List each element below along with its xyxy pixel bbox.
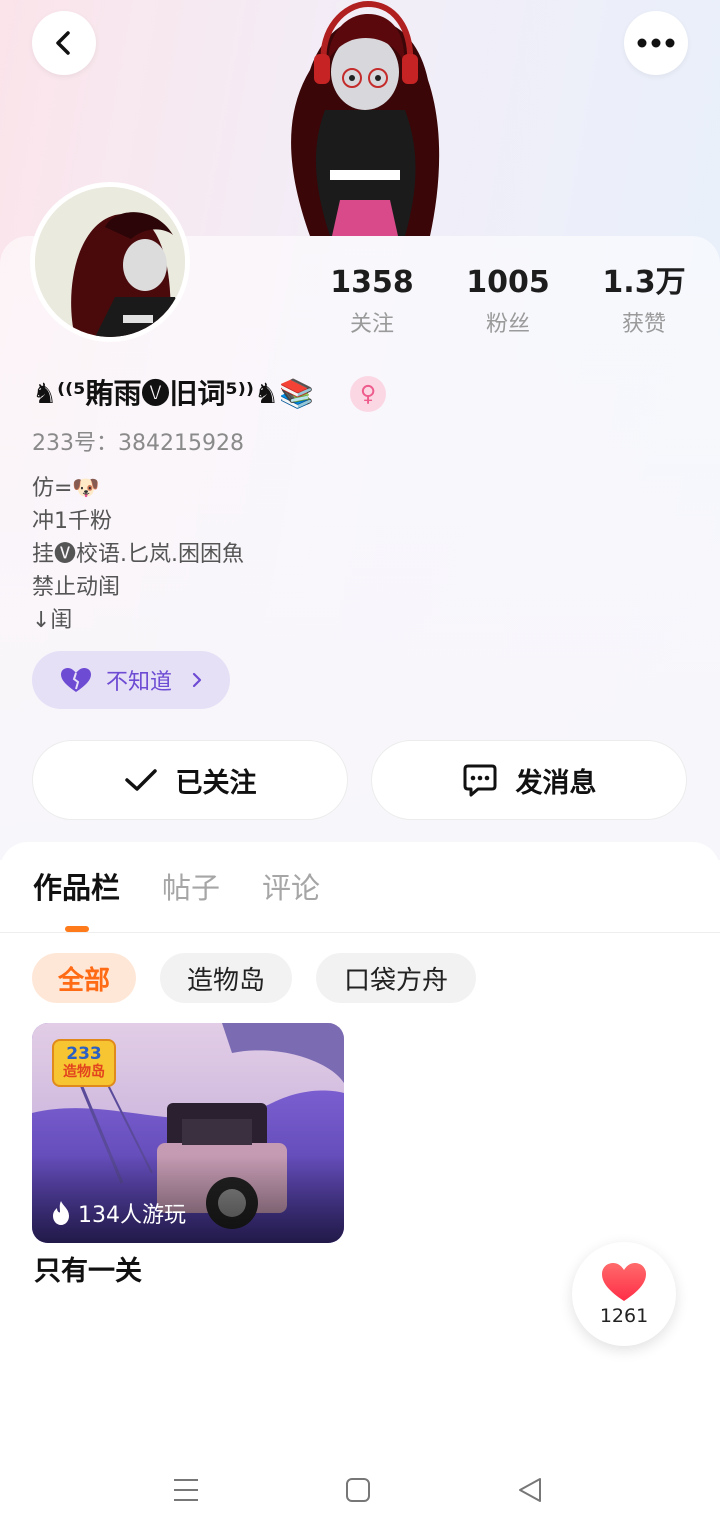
more-dots-icon	[637, 38, 675, 48]
filter-pocket-ark[interactable]: 口袋方舟	[316, 953, 476, 1003]
followers-count: 1005	[466, 265, 550, 300]
system-navigation-bar	[0, 1450, 720, 1534]
play-count-text: 134人游玩	[78, 1203, 186, 1228]
gender-female-icon: ♀	[350, 376, 386, 412]
bio-line: ↓闺	[32, 608, 73, 633]
chat-bubble-icon	[463, 764, 496, 797]
following-count: 1358	[330, 265, 414, 300]
tabs-divider	[0, 932, 720, 933]
followed-button-label: 已关注	[175, 767, 257, 799]
bio: 仿=🐶 冲1千粉 挂🅥校语.匕岚.困困魚 禁止动闺 ↓闺	[32, 472, 244, 637]
username: ♞⁽⁽⁵賄雨🅥旧词⁵⁾⁾♞📚	[32, 377, 314, 410]
filter-all[interactable]: 全部	[32, 953, 136, 1003]
play-count: 134人游玩	[50, 1197, 186, 1229]
game-logo-badge: 233 造物岛	[52, 1039, 116, 1087]
chevron-right-icon	[192, 672, 202, 688]
likes-count: 1.3万	[602, 265, 686, 300]
tab-works[interactable]: 作品栏	[33, 868, 120, 908]
tag-label: 不知道	[106, 670, 173, 695]
heart-icon	[602, 1263, 646, 1301]
work-card[interactable]: 233 造物岛 134人游玩	[32, 1023, 344, 1243]
home-square-icon[interactable]	[344, 1476, 372, 1504]
followers-label: 粉丝	[485, 312, 530, 337]
tab-comments[interactable]: 评论	[262, 868, 320, 908]
avatar-image	[35, 187, 185, 337]
flame-icon	[53, 1201, 69, 1225]
checkmark-icon	[124, 769, 157, 791]
stat-likes[interactable]: 1.3万 获赞	[584, 264, 704, 338]
work-title[interactable]: 只有一关	[34, 1252, 142, 1292]
followed-button[interactable]: 已关注	[32, 740, 348, 820]
menu-icon[interactable]	[172, 1476, 200, 1504]
send-message-button[interactable]: 发消息	[371, 740, 687, 820]
back-button[interactable]	[32, 11, 96, 75]
heart-icon	[61, 668, 91, 692]
following-label: 关注	[349, 312, 394, 337]
stat-followers[interactable]: 1005 粉丝	[448, 264, 568, 338]
bio-line: 仿=🐶	[32, 476, 100, 501]
avatar[interactable]	[30, 182, 190, 342]
likes-label: 获赞	[621, 312, 666, 337]
bio-line: 挂🅥校语.匕岚.困困魚	[32, 542, 244, 567]
send-message-label: 发消息	[515, 767, 597, 799]
like-float-count: 1261	[599, 1305, 649, 1327]
back-triangle-icon[interactable]	[516, 1476, 544, 1504]
chevron-left-icon	[56, 31, 70, 55]
game-logo-text: 造物岛	[63, 1064, 105, 1080]
like-float-button[interactable]: 1261	[572, 1242, 676, 1346]
personality-tag-chip[interactable]: 不知道	[32, 651, 230, 709]
filter-creation-island[interactable]: 造物岛	[160, 953, 292, 1003]
character-illustration	[291, 0, 440, 236]
bio-line: 冲1千粉	[32, 509, 112, 534]
user-id[interactable]: 233号：384215928	[32, 428, 244, 460]
game-logo-number: 233	[66, 1044, 102, 1064]
stat-following[interactable]: 1358 关注	[312, 264, 432, 338]
bio-line: 禁止动闺	[32, 575, 121, 600]
more-options-button[interactable]	[624, 11, 688, 75]
tab-posts[interactable]: 帖子	[162, 868, 220, 908]
